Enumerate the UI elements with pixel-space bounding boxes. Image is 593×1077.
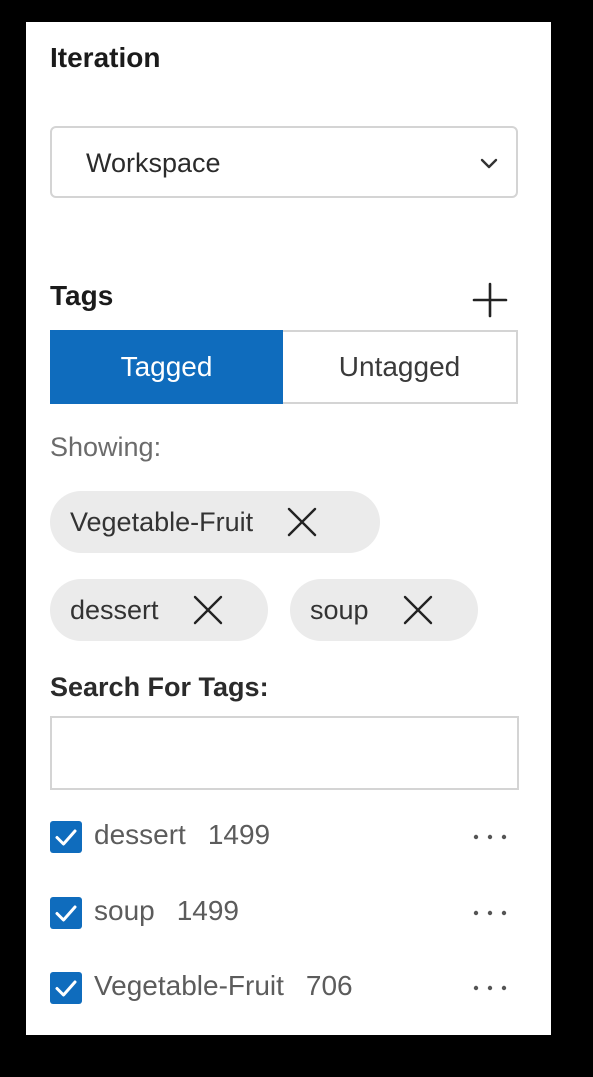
- tag-row-text: Vegetable-Fruit 706: [94, 970, 353, 1002]
- filter-chip-label: Vegetable-Fruit: [70, 506, 254, 537]
- iteration-select-value: Workspace: [86, 148, 221, 178]
- iteration-heading: Iteration: [50, 42, 161, 73]
- tag-checkbox[interactable]: [50, 897, 82, 929]
- tag-count: 706: [305, 970, 353, 1001]
- tagged-toggle-button[interactable]: Tagged: [50, 330, 283, 404]
- tag-count: 1499: [207, 819, 271, 850]
- tags-heading: Tags: [50, 280, 114, 311]
- search-tags-label: Search For Tags:: [50, 672, 269, 702]
- checkmark-icon: [55, 905, 77, 922]
- tag-checkbox[interactable]: [50, 972, 82, 1004]
- close-icon[interactable]: [401, 593, 435, 627]
- tag-count: 1499: [176, 895, 240, 926]
- tag-list-item: dessert 1499: [50, 817, 520, 857]
- tag-list-item: soup 1499: [50, 893, 520, 933]
- more-horizontal-icon[interactable]: [472, 827, 508, 847]
- tag-row-text: soup 1499: [94, 895, 239, 927]
- filter-chip-label: dessert: [70, 594, 159, 625]
- filter-chip: Vegetable-Fruit: [50, 491, 380, 553]
- tag-row-text: dessert 1499: [94, 819, 270, 851]
- filter-chip: dessert: [50, 579, 268, 641]
- checkmark-icon: [55, 829, 77, 846]
- filter-chip: soup: [290, 579, 478, 641]
- tag-checkbox[interactable]: [50, 821, 82, 853]
- tags-filter-panel: Iteration Workspace Tags Tagged Untagged…: [26, 22, 551, 1035]
- tag-list-item: Vegetable-Fruit 706: [50, 968, 520, 1008]
- untagged-toggle-button[interactable]: Untagged: [283, 332, 516, 402]
- plus-icon[interactable]: [472, 282, 508, 318]
- tag-name: Vegetable-Fruit: [94, 970, 284, 1001]
- iteration-select[interactable]: Workspace: [50, 126, 518, 198]
- tagged-untagged-toggle: Tagged Untagged: [50, 330, 518, 404]
- tag-name: soup: [94, 895, 155, 926]
- chevron-down-icon: [480, 158, 498, 169]
- close-icon[interactable]: [191, 593, 225, 627]
- more-horizontal-icon[interactable]: [472, 978, 508, 998]
- search-tags-input[interactable]: [50, 716, 519, 790]
- showing-label: Showing:: [50, 432, 162, 462]
- close-icon[interactable]: [285, 505, 319, 539]
- more-horizontal-icon[interactable]: [472, 903, 508, 923]
- filter-chip-label: soup: [310, 594, 369, 625]
- checkmark-icon: [55, 980, 77, 997]
- tag-name: dessert: [94, 819, 186, 850]
